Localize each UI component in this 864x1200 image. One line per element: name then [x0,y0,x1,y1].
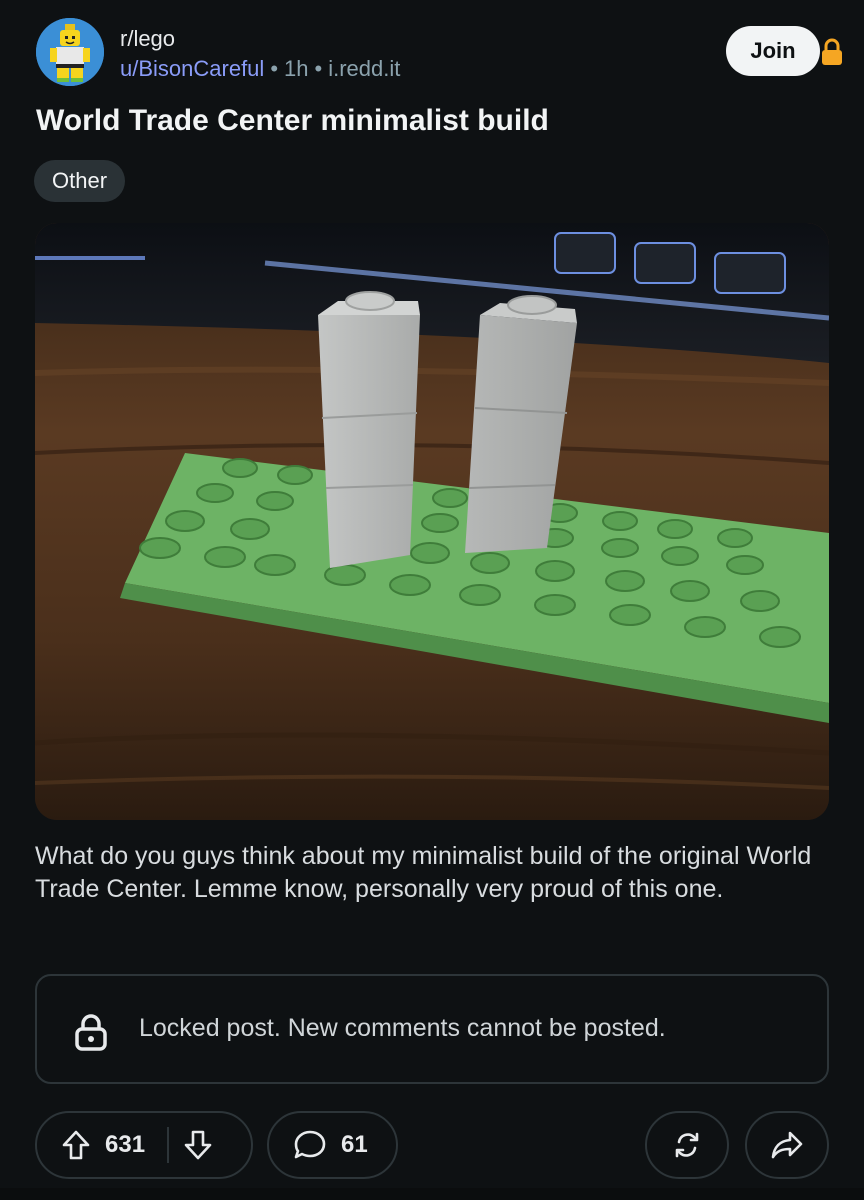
meta-separator: • [270,56,279,81]
subreddit-name[interactable]: r/lego [120,26,175,52]
arrow-down-icon[interactable] [183,1129,213,1161]
post-body: What do you guys think about my minimali… [35,842,812,903]
locked-notice: Locked post. New comments cannot be post… [35,974,829,1084]
lego-minifigure-icon [36,18,104,86]
speech-bubble-icon [293,1129,327,1161]
repost-icon [671,1129,703,1161]
comment-button[interactable]: 61 [267,1111,398,1179]
post-header: r/lego u/BisonCareful • 1h • i.redd.it Join [36,18,844,88]
post-title[interactable]: World Trade Center minimalist build [36,104,549,138]
comment-count: 61 [341,1131,368,1158]
upvote-count: 631 [105,1131,146,1158]
post-flair[interactable]: Other [34,160,126,202]
post-meta: u/BisonCareful • 1h • i.redd.it [120,56,400,82]
post-domain[interactable]: i.redd.it [328,56,400,81]
share-button[interactable] [745,1111,829,1179]
action-bar: 631 61 [35,1111,829,1179]
meta-separator: • [314,56,323,81]
share-arrow-icon [770,1129,804,1161]
vote-control: 631 [35,1111,253,1179]
bottom-edge [0,1188,864,1200]
repost-button[interactable] [645,1111,729,1179]
author-link[interactable]: u/BisonCareful [120,56,264,81]
join-button[interactable]: Join [726,26,820,76]
subreddit-avatar[interactable] [36,18,104,86]
post-image[interactable] [35,223,829,820]
vote-divider [167,1127,170,1163]
lego-twin-towers-photo [35,223,829,820]
locked-message: Locked post. New comments cannot be post… [139,1014,666,1042]
arrow-up-icon[interactable] [61,1129,91,1161]
lock-icon [820,38,844,66]
lock-icon [71,1012,111,1052]
post-age: 1h [284,56,309,81]
